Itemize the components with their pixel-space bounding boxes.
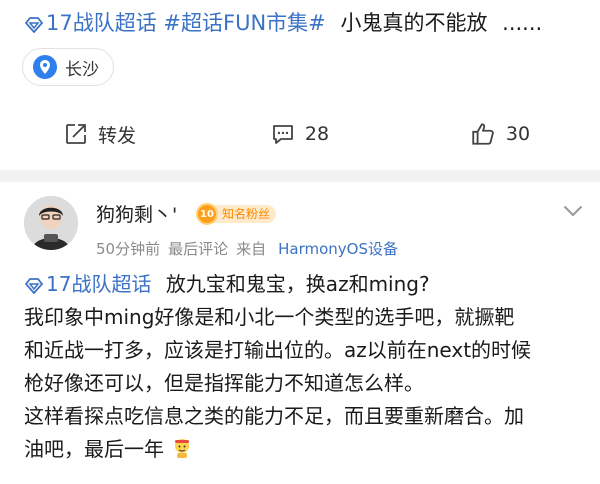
repost-icon (66, 124, 86, 144)
avatar[interactable] (24, 196, 78, 250)
avatar-image (24, 196, 78, 250)
fan-badge[interactable]: 10 知名粉丝 (196, 203, 277, 225)
post-text: 小鬼真的不能放 (340, 11, 488, 35)
thumbs-up-icon (472, 123, 494, 145)
author-suffix: 丶' (153, 204, 178, 226)
source-device[interactable]: HarmonyOS设备 (278, 240, 398, 258)
comment-line-4: 枪好像还可以，但是指挥能力不知道怎么样。 (24, 371, 424, 395)
post-content: 17战队超话 #超话FUN市集# 小鬼真的不能放 ...... (24, 6, 584, 40)
action-bar: 转发 28 30 (0, 112, 600, 156)
comment-line-6: 油吧，最后一年 (24, 437, 164, 461)
like-count: 30 (505, 123, 531, 145)
comment-line-3: 和近战一打多，应该是打输出位的。az以前在next的时候 (24, 338, 532, 362)
location-chip[interactable]: 长沙 (22, 48, 114, 86)
fan-level: 10 (196, 203, 218, 225)
post-ellipsis[interactable]: ...... (502, 11, 542, 35)
chevron-down-icon[interactable] (562, 203, 584, 219)
comment-meta: 50分钟前 最后评论 来自 HarmonyOS设备 (96, 238, 406, 259)
repost-button[interactable]: 转发 (0, 112, 200, 156)
comment-line-1: 放九宝和鬼宝，换az和ming? (165, 272, 430, 296)
comment-time: 50分钟前 (96, 240, 161, 258)
comment-icon (273, 125, 293, 144)
supertopic-label: 17战队超话 (46, 11, 157, 35)
fan-label: 知名粉丝 (214, 205, 277, 223)
comment-button[interactable]: 28 (200, 112, 400, 156)
fighting-emoji-icon (175, 439, 190, 458)
location-label: 长沙 (65, 59, 99, 80)
comment-line-5: 这样看探点吃信息之类的能力不足，而且要重新磨合。加 (24, 404, 524, 428)
hashtag-link[interactable]: #超话FUN市集# (163, 11, 325, 35)
like-button[interactable]: 30 (400, 112, 600, 156)
repost-label: 转发 (97, 124, 136, 147)
comment-count: 28 (304, 123, 330, 145)
diamond-icon (24, 278, 44, 294)
comment-body: 17战队超话 放九宝和鬼宝，换az和ming? 我印象中ming好像是和小北一个… (24, 268, 590, 466)
supertopic-link[interactable]: 17战队超话 (24, 11, 163, 35)
author-name: 狗狗剩 (96, 204, 154, 226)
section-divider (0, 170, 600, 182)
comment-author[interactable]: 狗狗剩丶' (96, 200, 177, 227)
source-prefix: 来自 (236, 240, 267, 258)
comment-line-2: 我印象中ming好像是和小北一个类型的选手吧，就撅靶 (24, 305, 515, 329)
comment-topic-label: 17战队超话 (46, 272, 152, 296)
comment-supertopic-link[interactable]: 17战队超话 (24, 272, 158, 296)
location-pin-icon (33, 55, 57, 79)
diamond-icon (24, 17, 44, 33)
latest-comment-label: 最后评论 (168, 240, 229, 258)
